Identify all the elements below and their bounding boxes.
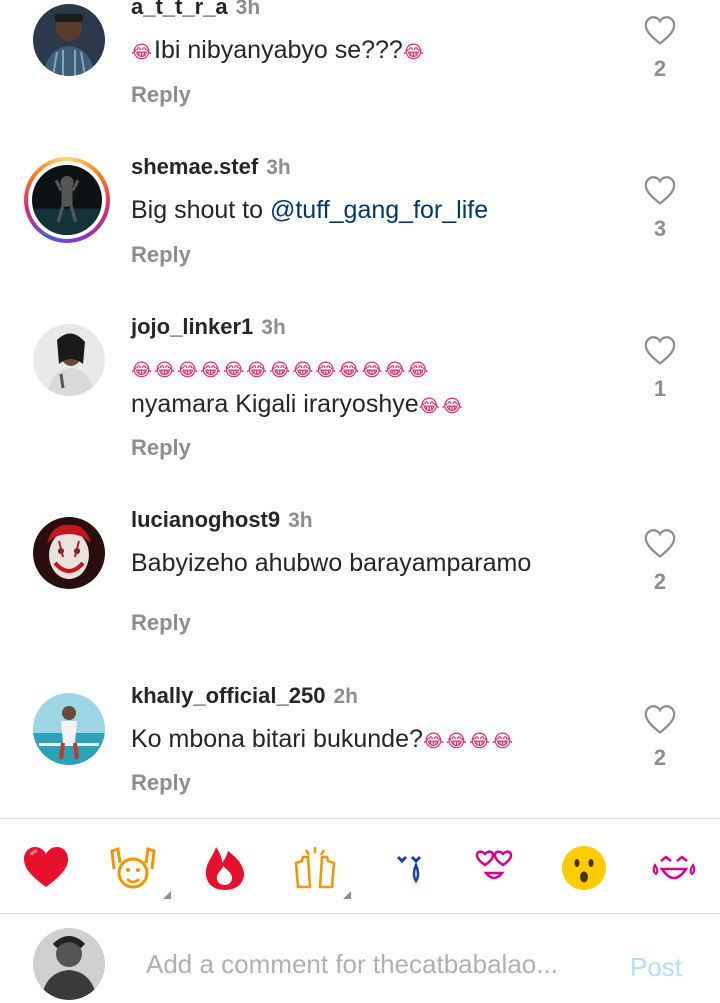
comment-header: a_t_t_r_a 3h [131,0,260,21]
comment-time: 3h [235,0,261,19]
comment-input[interactable] [146,944,606,984]
raising-hands-emoji-button[interactable] [106,841,160,895]
comment-time: 2h [333,685,358,708]
comment-composer: Post [0,914,720,1003]
heart-outline-icon [644,16,676,45]
profile-photo-icon [33,517,105,589]
fire-emoji [205,847,244,890]
comment-username[interactable]: shemae.stef [131,154,258,179]
like-button[interactable]: 3 [640,174,680,242]
comment-body: Ibi nibyanyabyo se??? [154,36,403,64]
laughing-tears-emoji-button[interactable] [647,841,701,895]
like-button[interactable]: 1 [640,334,680,402]
reply-button[interactable]: Reply [131,435,191,461]
heart-outline-icon [644,176,676,205]
like-button[interactable]: 2 [640,527,680,595]
variant-indicator [163,891,171,899]
crying-face-emoji [396,855,422,884]
reply-button[interactable]: Reply [131,770,191,796]
avatar[interactable] [33,693,105,765]
avatar[interactable] [33,4,105,76]
like-count: 3 [653,216,667,241]
heart-outline-icon [644,529,676,558]
emoji-quick-bar [0,818,720,914]
variant-indicator [343,891,351,899]
profile-photo-icon [32,165,102,235]
avatar[interactable] [33,324,105,396]
heart-eyes-emoji [475,850,513,880]
raising-hands-emoji [110,847,156,889]
comment-body: Babyizeho ahubwo barayamparamo [131,549,532,577]
profile-photo-icon [33,693,105,765]
comment-time: 3h [266,156,291,179]
laughing-tears-emoji: 😂 [131,42,155,62]
clapping-hands-emoji-button[interactable] [288,841,342,895]
comment-text: Ko mbona bitari bukunde?😂😂😂😂 [131,722,631,758]
comment-body: nyamara Kigali iraryoshye [131,390,419,418]
laughing-tears-emoji-row: 😂😂😂😂😂😂😂😂😂😂😂😂😂 [131,360,431,380]
astonished-face-emoji [562,846,606,890]
avatar[interactable] [33,517,105,589]
comment-body: Ko mbona bitari bukunde? [131,725,423,753]
comment-time: 3h [288,509,313,532]
reply-button[interactable]: Reply [131,610,191,636]
comment-text: 😂Ibi nibyanyabyo se???😂 [131,33,611,69]
comments-list[interactable]: a_t_t_r_a 3h 😂Ibi nibyanyabyo se???😂 Repl… [0,0,720,818]
astonished-face-emoji-button[interactable] [557,841,611,895]
comment-username[interactable]: khally_official_250 [131,683,325,708]
fire-emoji-button[interactable] [198,841,252,895]
like-count: 2 [653,569,667,594]
avatar-story-ring[interactable] [24,157,110,243]
like-button[interactable]: 2 [640,14,680,82]
comment-text: Babyizeho ahubwo barayamparamo [131,546,611,580]
laughing-tears-emoji: 😂😂 [418,396,465,416]
comment-body: Big shout to [131,196,270,224]
reply-button[interactable]: Reply [131,242,191,268]
comment-username[interactable]: jojo_linker1 [131,314,253,339]
profile-photo-icon [33,324,105,396]
heart-outline-icon [644,705,676,734]
laughing-tears-emoji: 😂😂😂😂 [422,731,516,751]
like-button[interactable]: 2 [640,703,680,771]
laughing-tears-emoji: 😂 [402,42,426,62]
comment-header: shemae.stef 3h [131,154,291,181]
reply-button[interactable]: Reply [131,82,191,108]
heart-outline-icon [644,336,676,365]
comment-text: 😂😂😂😂😂😂😂😂😂😂😂😂😂 nyamara Kigali iraryoshye😂… [131,353,631,423]
heart-eyes-emoji-button[interactable] [467,841,521,895]
like-count: 2 [653,56,667,81]
comment-time: 3h [261,316,286,339]
clapping-hands-emoji [294,847,336,889]
comment-username[interactable]: a_t_t_r_a [131,0,228,19]
comment-text: Big shout to @tuff_gang_for_life [131,193,611,227]
red-heart-emoji [24,847,68,887]
red-heart-emoji-button[interactable] [19,841,73,895]
post-button[interactable]: Post [630,952,682,983]
comment-header: lucianoghost9 3h [131,507,313,534]
comment-header: jojo_linker1 3h [131,314,286,341]
profile-photo-icon [33,928,105,1000]
like-count: 2 [653,745,667,770]
my-avatar [33,928,105,1000]
like-count: 1 [653,376,667,401]
comment-username[interactable]: lucianoghost9 [131,507,280,532]
comment-header: khally_official_250 2h [131,683,358,710]
profile-photo-icon [33,4,105,76]
laughing-tears-emoji [652,855,696,880]
crying-face-emoji-button[interactable] [382,841,436,895]
mention-link[interactable]: @tuff_gang_for_life [270,196,488,224]
